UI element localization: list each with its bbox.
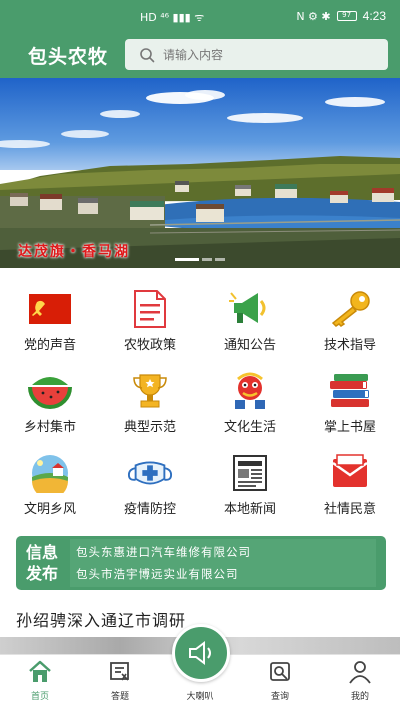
nav-profile[interactable]: 我的 <box>320 655 400 711</box>
grid-item-public-opinion[interactable]: 社情民意 <box>300 449 400 531</box>
app-title: 包头农牧 <box>28 46 109 68</box>
key-icon <box>327 289 373 329</box>
carousel-indicators[interactable] <box>0 258 400 261</box>
grid-item-market[interactable]: 乡村集市 <box>0 367 100 449</box>
grid-item-label: 本地新闻 <box>223 502 276 517</box>
speaker-icon <box>189 641 211 665</box>
search-icon <box>140 47 155 62</box>
quiz-icon <box>110 662 129 681</box>
info-tag-line: 信息 <box>25 543 58 562</box>
grid-item-label: 技术指导 <box>323 338 376 353</box>
nav-home[interactable]: 首页 <box>0 655 80 711</box>
status-right: N ⚙ ✱ 97 4:23 <box>296 9 386 23</box>
info-item[interactable]: 包头市浩宇博远实业有限公司 <box>76 566 376 582</box>
grid-item-demo[interactable]: 典型示范 <box>100 367 200 449</box>
grid-item-label: 典型示范 <box>123 420 176 435</box>
grid-item-notice[interactable]: 通知公告 <box>200 285 300 367</box>
grid-item-policy[interactable]: 农牧政策 <box>100 285 200 367</box>
info-list: 包头东惠进口汽车维修有限公司 包头市浩宇博远实业有限公司 <box>70 539 376 587</box>
grid-item-epidemic[interactable]: 疫情防控 <box>100 449 200 531</box>
status-icons: N ⚙ ✱ <box>296 9 331 23</box>
grid-item-label: 掌上书屋 <box>323 420 376 435</box>
policy-document-icon <box>127 289 173 329</box>
clock: 4:23 <box>362 9 386 23</box>
search-input[interactable] <box>163 47 363 62</box>
grid-item-label: 社情民意 <box>323 502 376 517</box>
nav-label: 首页 <box>30 692 49 702</box>
info-board[interactable]: 信息 发布 包头东惠进口汽车维修有限公司 包头市浩宇博远实业有限公司 <box>16 536 386 590</box>
home-icon <box>29 660 51 682</box>
grid-item-label: 疫情防控 <box>123 502 176 517</box>
function-grid: 党的声音 农牧政策 通知公告 技术指导 乡村集市 典型示范 文化生活 掌上书屋 … <box>0 285 400 531</box>
envelope-icon <box>327 453 373 493</box>
query-icon <box>270 662 290 681</box>
grid-item-label: 通知公告 <box>223 338 276 353</box>
grid-item-local-news[interactable]: 本地新闻 <box>200 449 300 531</box>
nav-quiz[interactable]: 答题 <box>80 655 160 711</box>
nav-label: 答题 <box>110 692 129 702</box>
carousel-dot[interactable] <box>202 258 212 261</box>
info-item[interactable]: 包头东惠进口汽车维修有限公司 <box>76 544 376 560</box>
trophy-icon <box>127 371 173 411</box>
app-header: HD ⁴⁶ ▮▮▮ ᯤ N ⚙ ✱ 97 4:23 包头农牧 <box>0 0 400 78</box>
culture-lion-icon <box>227 371 273 411</box>
party-flag-icon <box>27 289 73 329</box>
loudspeaker-button[interactable] <box>172 624 230 682</box>
grid-item-culture[interactable]: 文化生活 <box>200 367 300 449</box>
info-tag-line: 发布 <box>25 564 58 583</box>
status-bar: HD ⁴⁶ ▮▮▮ ᯤ N ⚙ ✱ 97 4:23 <box>0 0 400 30</box>
info-tag: 信息 发布 <box>16 536 68 590</box>
books-icon <box>327 371 373 411</box>
grid-item-label: 乡村集市 <box>23 420 76 435</box>
grid-item-civilized-village[interactable]: 文明乡风 <box>0 449 100 531</box>
grid-item-tech-guide[interactable]: 技术指导 <box>300 285 400 367</box>
banner-carousel[interactable]: 达茂旗・香马湖 <box>0 78 400 268</box>
megaphone-icon <box>227 289 273 329</box>
grid-item-label: 党的声音 <box>23 338 76 353</box>
search-bar[interactable] <box>125 39 388 70</box>
banner-image <box>0 78 400 268</box>
battery-icon: 97 <box>336 11 357 21</box>
mask-icon <box>127 453 173 493</box>
nav-label: 大喇叭 <box>186 692 214 702</box>
watermelon-icon <box>27 371 73 411</box>
nav-label: 查询 <box>270 692 289 702</box>
carousel-dot[interactable] <box>175 258 199 261</box>
grid-item-bookroom[interactable]: 掌上书屋 <box>300 367 400 449</box>
news-headline[interactable]: 孙绍骋深入通辽市调研 <box>16 607 186 631</box>
grid-item-label: 文明乡风 <box>23 502 76 517</box>
signal-icons: HD ⁴⁶ ▮▮▮ ᯤ <box>140 11 205 24</box>
signal-indicators: HD ⁴⁶ ▮▮▮ ᯤ <box>140 10 204 25</box>
grid-item-party-voice[interactable]: 党的声音 <box>0 285 100 367</box>
nav-label: 我的 <box>350 692 369 702</box>
countryside-icon <box>27 453 73 493</box>
nav-query[interactable]: 查询 <box>240 655 320 711</box>
newspaper-icon <box>227 453 273 493</box>
grid-item-label: 文化生活 <box>223 420 276 435</box>
grid-item-label: 农牧政策 <box>123 338 176 353</box>
carousel-dot[interactable] <box>215 258 225 261</box>
profile-icon <box>349 661 371 684</box>
